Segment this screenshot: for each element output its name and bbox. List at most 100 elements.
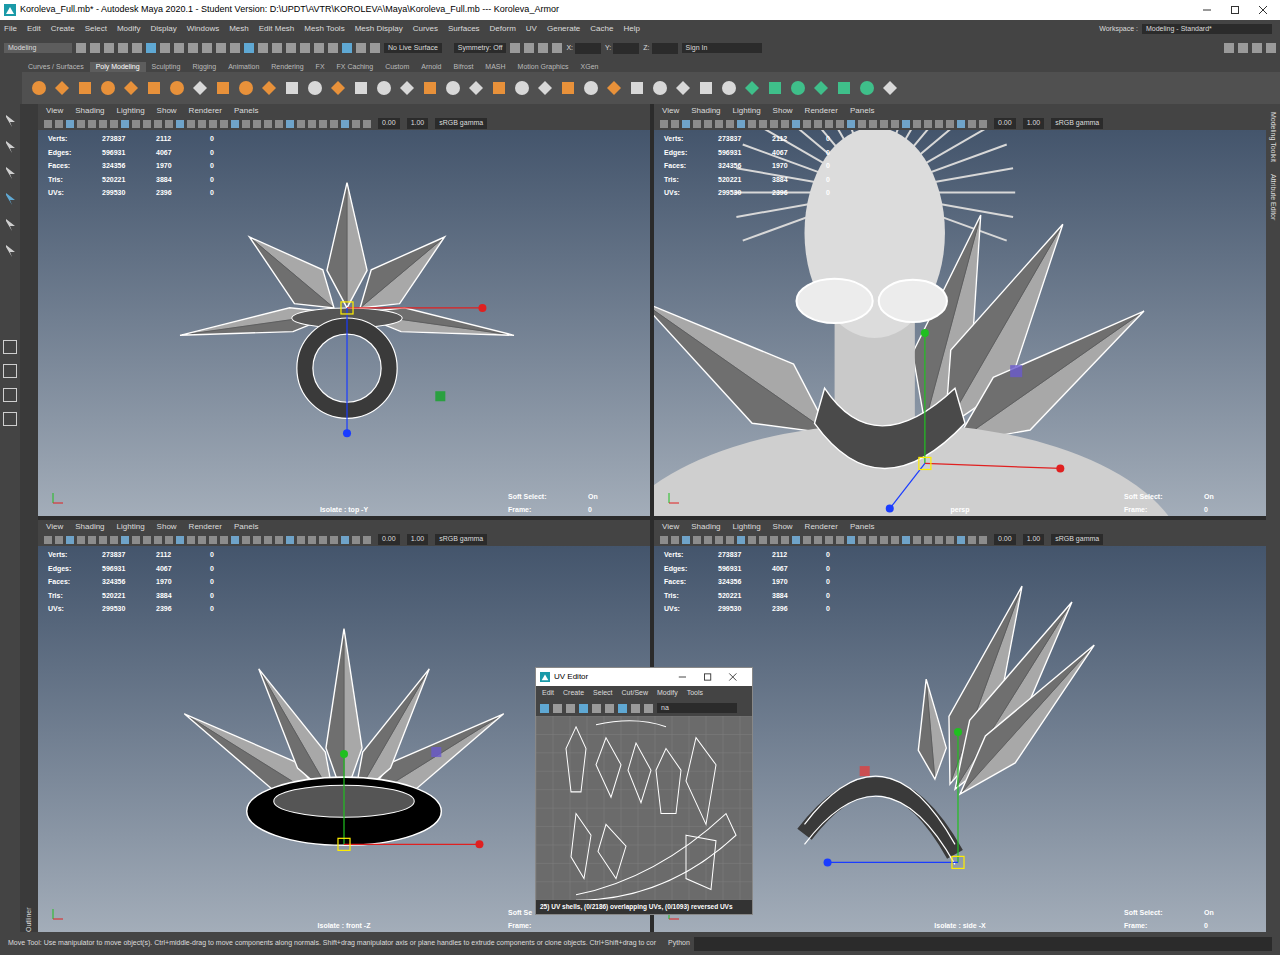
panel-tool-icon[interactable] [979, 120, 987, 128]
panel-tool-icon[interactable] [341, 536, 349, 544]
panel-tool-icon[interactable] [330, 536, 338, 544]
menu-item[interactable]: Deform [490, 23, 516, 35]
panel-tool-icon[interactable] [275, 120, 283, 128]
panel-tool-icon[interactable] [836, 120, 844, 128]
panel-tool-icon[interactable] [330, 120, 338, 128]
shelf-tab[interactable]: Motion Graphics [512, 62, 575, 73]
shelf-tool-icon[interactable] [835, 79, 853, 97]
panel-menu-item[interactable]: Shading [691, 521, 720, 533]
panel-tool-icon[interactable] [363, 536, 371, 544]
shelf-tab[interactable]: Curves / Surfaces [22, 62, 90, 73]
close-icon[interactable] [728, 673, 737, 682]
minimize-icon[interactable] [1202, 5, 1212, 15]
panel-tool-icon[interactable] [176, 120, 184, 128]
panel-tool-icon[interactable] [935, 120, 943, 128]
viewport-panel[interactable]: ViewShadingLightingShowRendererPanels0.0… [38, 104, 650, 516]
panel-tool-icon[interactable] [814, 120, 822, 128]
shelf-tool-icon[interactable] [513, 79, 531, 97]
shelf-tool-icon[interactable] [76, 79, 94, 97]
panel-tool-icon[interactable] [946, 120, 954, 128]
panel-tool-icon[interactable] [55, 536, 63, 544]
panel-menu-item[interactable]: Lighting [733, 105, 761, 117]
shelf-tool-icon[interactable] [605, 79, 623, 97]
panel-tool-icon[interactable] [341, 120, 349, 128]
panel-tool-icon[interactable] [154, 536, 162, 544]
maximize-icon[interactable] [703, 673, 712, 682]
panel-tool-icon[interactable] [143, 536, 151, 544]
panel-tool-icon[interactable] [198, 120, 206, 128]
panel-menu-item[interactable]: Panels [850, 521, 874, 533]
panel-tool-icon[interactable] [715, 536, 723, 544]
gamma-field[interactable]: 1.00 [1023, 534, 1045, 545]
shelf-tool-icon[interactable] [720, 79, 738, 97]
status-tool-icon[interactable] [216, 43, 226, 53]
shelf-tab[interactable]: Bifrost [448, 62, 480, 73]
panel-tool-icon[interactable] [88, 120, 96, 128]
panel-tool-icon[interactable] [825, 120, 833, 128]
shelf-tool-icon[interactable] [237, 79, 255, 97]
uv-grid[interactable] [536, 716, 752, 900]
shelf-tool-icon[interactable] [674, 79, 692, 97]
panel-tool-icon[interactable] [220, 120, 228, 128]
panel-tool-icon[interactable] [308, 120, 316, 128]
shelf-tab[interactable]: Poly Modeling [90, 62, 146, 73]
menu-item[interactable]: Generate [547, 23, 580, 35]
command-field[interactable] [694, 937, 1272, 951]
shelf-tool-icon[interactable] [421, 79, 439, 97]
panel-tool-icon[interactable] [748, 536, 756, 544]
status-tool-icon[interactable] [510, 43, 520, 53]
panel-tool-icon[interactable] [781, 536, 789, 544]
panel-tool-icon[interactable] [671, 536, 679, 544]
panel-tool-icon[interactable] [286, 536, 294, 544]
status-tool-icon[interactable] [118, 43, 128, 53]
panel-tool-icon[interactable] [242, 120, 250, 128]
shelf-tool-icon[interactable] [651, 79, 669, 97]
panel-menu-item[interactable]: View [662, 105, 679, 117]
panel-tool-icon[interactable] [726, 120, 734, 128]
exposure-field[interactable]: 0.00 [378, 118, 400, 129]
status-tool-icon[interactable] [314, 43, 324, 53]
status-tool-icon[interactable] [258, 43, 268, 53]
shelf-tool-icon[interactable] [30, 79, 48, 97]
menu-item[interactable]: Help [623, 23, 639, 35]
panel-menu-item[interactable]: Renderer [189, 105, 222, 117]
panel-menu-item[interactable]: View [46, 105, 63, 117]
close-icon[interactable] [1258, 5, 1268, 15]
panel-tool-icon[interactable] [55, 120, 63, 128]
panel-menu-item[interactable]: Lighting [733, 521, 761, 533]
uv-tool-icon[interactable] [605, 704, 614, 713]
side-tab[interactable]: Modeling Toolkit [1268, 112, 1279, 162]
panel-tool-icon[interactable] [968, 536, 976, 544]
menu-item[interactable]: UV [526, 23, 537, 35]
shelf-tool-icon[interactable] [306, 79, 324, 97]
shelf-tool-icon[interactable] [559, 79, 577, 97]
coord-field[interactable]: Y: [605, 43, 639, 54]
layout-icon[interactable] [3, 340, 17, 354]
workspace-dropdown[interactable]: Modeling - Standard* [1142, 24, 1272, 35]
panel-tool-icon[interactable] [847, 120, 855, 128]
panel-menu-item[interactable]: Lighting [117, 105, 145, 117]
panel-menu-item[interactable]: Panels [234, 521, 258, 533]
panel-tool-icon[interactable] [781, 120, 789, 128]
panel-tool-icon[interactable] [869, 120, 877, 128]
shelf-tool-icon[interactable] [214, 79, 232, 97]
panel-tool-icon[interactable] [264, 536, 272, 544]
status-tool-icon[interactable] [356, 43, 366, 53]
menu-item[interactable]: File [4, 23, 17, 35]
menu-item[interactable]: Mesh Tools [304, 23, 344, 35]
menu-item[interactable]: Edit [27, 23, 41, 35]
panel-tool-icon[interactable] [231, 536, 239, 544]
panel-menu-item[interactable]: Shading [75, 105, 104, 117]
panel-tool-icon[interactable] [869, 536, 877, 544]
panel-tool-icon[interactable] [319, 120, 327, 128]
panel-menu-item[interactable]: Lighting [117, 521, 145, 533]
gamma-field[interactable]: 1.00 [407, 534, 429, 545]
panel-menu-item[interactable]: Show [157, 105, 177, 117]
panel-tool-icon[interactable] [209, 120, 217, 128]
color-space-field[interactable]: sRGB gamma [1051, 118, 1103, 129]
shelf-tool-icon[interactable] [582, 79, 600, 97]
panel-tool-icon[interactable] [165, 536, 173, 544]
shelf-tab[interactable]: Custom [379, 62, 415, 73]
shelf-tool-icon[interactable] [168, 79, 186, 97]
shelf-tool-icon[interactable] [398, 79, 416, 97]
